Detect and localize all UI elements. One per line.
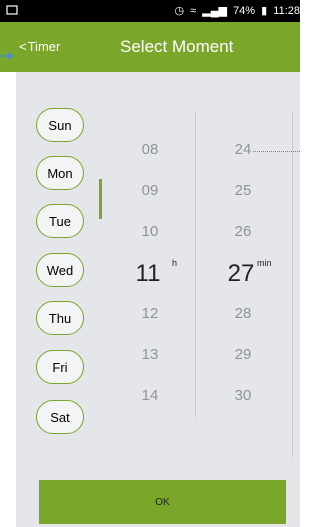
day-button-sun[interactable]: Sun [36, 108, 84, 142]
day-button-mon[interactable]: Mon [36, 156, 84, 190]
chevron-left-icon: < [19, 39, 27, 54]
page-title: Select Moment [120, 37, 234, 56]
hour-selected[interactable]: 11 [118, 260, 178, 288]
day-button-thu[interactable]: Thu [36, 301, 84, 335]
wifi-icon: ≈ [190, 5, 197, 17]
status-bar: ◷ ≈ ▂▄▆ 74% ▮ 11:28 [0, 0, 300, 22]
minute-option[interactable]: 24 [213, 141, 273, 159]
hour-option[interactable]: 09 [120, 182, 180, 200]
column-divider-right [292, 112, 293, 457]
minute-option[interactable]: 25 [213, 182, 273, 200]
back-label: Timer [27, 39, 61, 54]
minute-option[interactable]: 26 [213, 223, 273, 241]
hour-option[interactable]: 12 [120, 305, 180, 323]
panel-content: Sun Mon Tue Wed Thu Fri Sat 08 09 10 11 … [16, 72, 300, 527]
minute-option[interactable]: 30 [213, 387, 273, 405]
day-button-wed[interactable]: Wed [36, 253, 84, 287]
callout-line [253, 151, 300, 152]
minute-option[interactable]: 28 [213, 305, 273, 323]
hour-option[interactable]: 14 [120, 387, 180, 405]
battery-icon: ▮ [261, 5, 268, 17]
day-button-fri[interactable]: Fri [36, 350, 84, 384]
selection-indicator [99, 179, 102, 219]
clock-text: 11:28 [273, 5, 300, 17]
hour-option[interactable]: 08 [120, 141, 180, 159]
toolbar: <Timer Select Moment [0, 22, 300, 72]
minute-option[interactable]: 29 [213, 346, 273, 364]
day-button-sat[interactable]: Sat [36, 400, 84, 434]
column-divider [195, 112, 196, 417]
signal-icon: ▂▄▆ [202, 5, 227, 17]
alarm-icon: ◷ [174, 5, 185, 17]
hour-option[interactable]: 13 [120, 346, 180, 364]
notification-icon [6, 5, 18, 15]
arrow-right-icon [0, 52, 14, 60]
minute-unit: min [257, 258, 272, 268]
status-right: ◷ ≈ ▂▄▆ 74% ▮ 11:28 [172, 4, 301, 17]
ok-button[interactable]: OK [39, 480, 286, 524]
day-button-tue[interactable]: Tue [36, 204, 84, 238]
hour-option[interactable]: 10 [120, 223, 180, 241]
battery-text: 74% [233, 5, 256, 17]
back-button[interactable]: <Timer [19, 36, 60, 58]
moment-panel: Sun Mon Tue Wed Thu Fri Sat 08 09 10 11 … [16, 72, 300, 527]
hour-unit: h [172, 258, 178, 268]
